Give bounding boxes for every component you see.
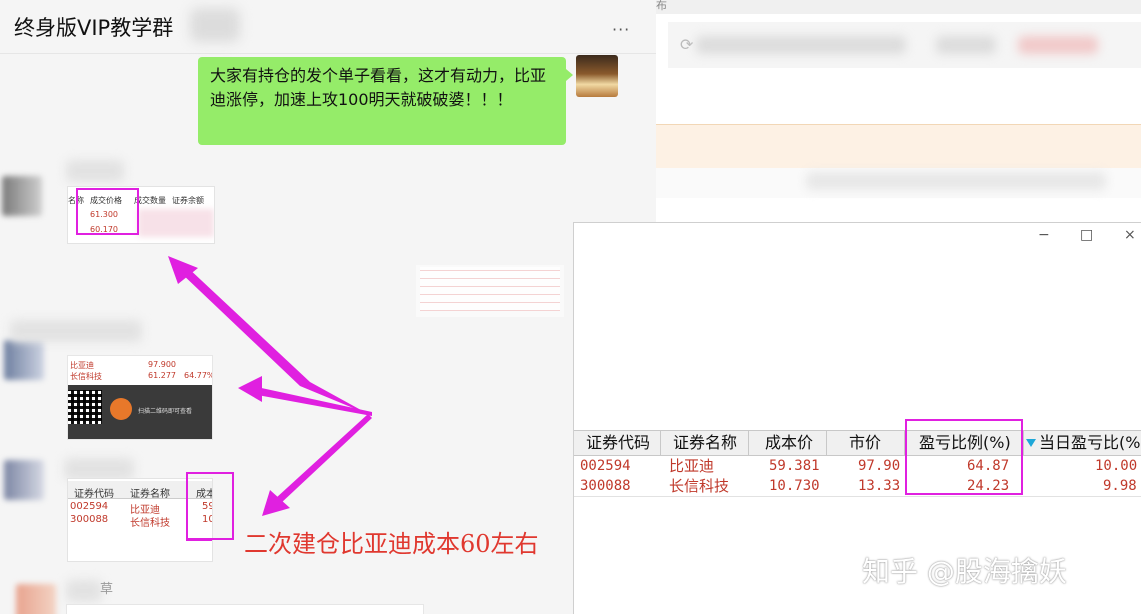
blurred-sender-name	[66, 160, 124, 182]
my-message-bubble: 大家有持仓的发个单子看看，这才有动力，比亚迪涨停，加速上攻100明天就破破婆！！…	[198, 57, 573, 145]
sort-desc-icon	[1026, 439, 1036, 447]
chat-window: 终身版VIP教学群 ··· 大家有持仓的发个单子看看，这才有动力，比亚迪涨停，加…	[0, 0, 656, 614]
thumb-name: 长信科技	[130, 518, 170, 529]
positions-table-header: 证券代码 证券名称 成本价 市价 盈亏比例(%) 当日盈亏比(%)	[574, 430, 1141, 456]
chat-header: 终身版VIP教学群 ···	[0, 0, 656, 54]
blurred-text	[806, 172, 1106, 190]
blurred-title-suffix	[190, 8, 240, 42]
thumb-header: 证券代码	[74, 489, 114, 500]
qr-caption: 扫描二维码即可查看	[138, 408, 193, 415]
image-thumbnail-trades[interactable]: 名称 成交价格 成交数量 证券余额 61.300 60.170	[67, 186, 215, 244]
col-header-price[interactable]: 市价	[827, 431, 905, 455]
col-header-cost[interactable]: 成本价	[749, 431, 827, 455]
qr-code-icon	[68, 390, 102, 424]
annotation-text: 二次建仓比亚迪成本60左右	[244, 530, 539, 558]
cell-price: 13.33	[858, 478, 901, 494]
col-header-today-pl[interactable]: 当日盈亏比(%)	[1024, 431, 1141, 455]
fox-mascot-icon	[110, 398, 132, 420]
share-value: 64.77%	[184, 371, 213, 380]
avatar[interactable]	[2, 176, 42, 216]
blurred-sender-name	[10, 320, 142, 342]
blurred-url	[936, 36, 996, 54]
blurred-url	[696, 36, 906, 54]
browser-tab-bar: 布	[656, 0, 1141, 14]
cell-name: 比亚迪	[669, 457, 715, 475]
reload-icon[interactable]: ⟳	[680, 35, 693, 54]
col-header-today-pl-label: 当日盈亏比(%)	[1039, 433, 1141, 452]
share-stock-name: 长信科技	[70, 372, 102, 381]
thumb-header: 证券余额	[172, 196, 204, 205]
cell-code: 002594	[580, 458, 631, 474]
col-header-code[interactable]: 证券代码	[574, 431, 661, 455]
thumb-code: 002594	[70, 501, 109, 512]
chat-title: 终身版VIP教学群	[14, 16, 174, 40]
cell-cost: 59.381	[769, 458, 820, 474]
avatar[interactable]	[4, 460, 44, 500]
minimize-button[interactable]: −	[1038, 227, 1050, 243]
cell-code: 300088	[580, 478, 631, 494]
cell-price: 97.90	[858, 458, 901, 474]
cell-name: 长信科技	[669, 477, 730, 495]
blurred-sender-name	[66, 580, 102, 602]
highlight-box-cost	[186, 472, 234, 540]
blurred-url	[1018, 36, 1098, 54]
thumb-header: 证券名称	[130, 489, 170, 500]
blurred-sender-name	[64, 458, 134, 480]
table-divider	[574, 496, 1141, 497]
share-stock-name: 比亚迪	[70, 361, 94, 370]
blurred-cells	[138, 209, 214, 237]
notice-banner	[656, 124, 1141, 168]
cell-cost: 10.730	[769, 478, 820, 494]
cell-today-pl: 9.98	[1103, 478, 1137, 494]
highlight-box	[76, 188, 139, 235]
partial-sender-text: 草	[100, 582, 114, 597]
cell-today-pl: 10.00	[1095, 458, 1138, 474]
avatar[interactable]	[4, 340, 44, 380]
blurred-strip	[656, 168, 1141, 198]
screenshot-collage: 终身版VIP教学群 ··· 大家有持仓的发个单子看看，这才有动力，比亚迪涨停，加…	[0, 0, 1141, 614]
image-thumbnail-share-card[interactable]: 比亚迪 97.900 长信科技 61.277 64.77% 扫描二维码即可查看	[67, 355, 213, 440]
floating-table-thumbnail	[416, 265, 564, 317]
avatar[interactable]	[16, 584, 56, 614]
blurred-table-rows	[420, 267, 560, 311]
my-avatar[interactable]	[576, 55, 618, 97]
more-icon[interactable]: ···	[612, 20, 630, 39]
browser-window: 布 ⟳	[656, 0, 1141, 225]
watermark: 知乎 @股海擒妖	[862, 555, 1067, 588]
col-header-name[interactable]: 证券名称	[661, 431, 749, 455]
browser-tab-fragment[interactable]: 布	[656, 0, 667, 13]
partial-message-bubble	[66, 604, 424, 614]
share-value: 97.900	[148, 360, 176, 369]
close-button[interactable]: ×	[1124, 227, 1136, 243]
maximize-button[interactable]: □	[1080, 227, 1093, 243]
highlight-box-pl	[905, 419, 1023, 495]
share-value: 61.277	[148, 371, 176, 380]
thumb-code: 300088	[70, 514, 109, 525]
